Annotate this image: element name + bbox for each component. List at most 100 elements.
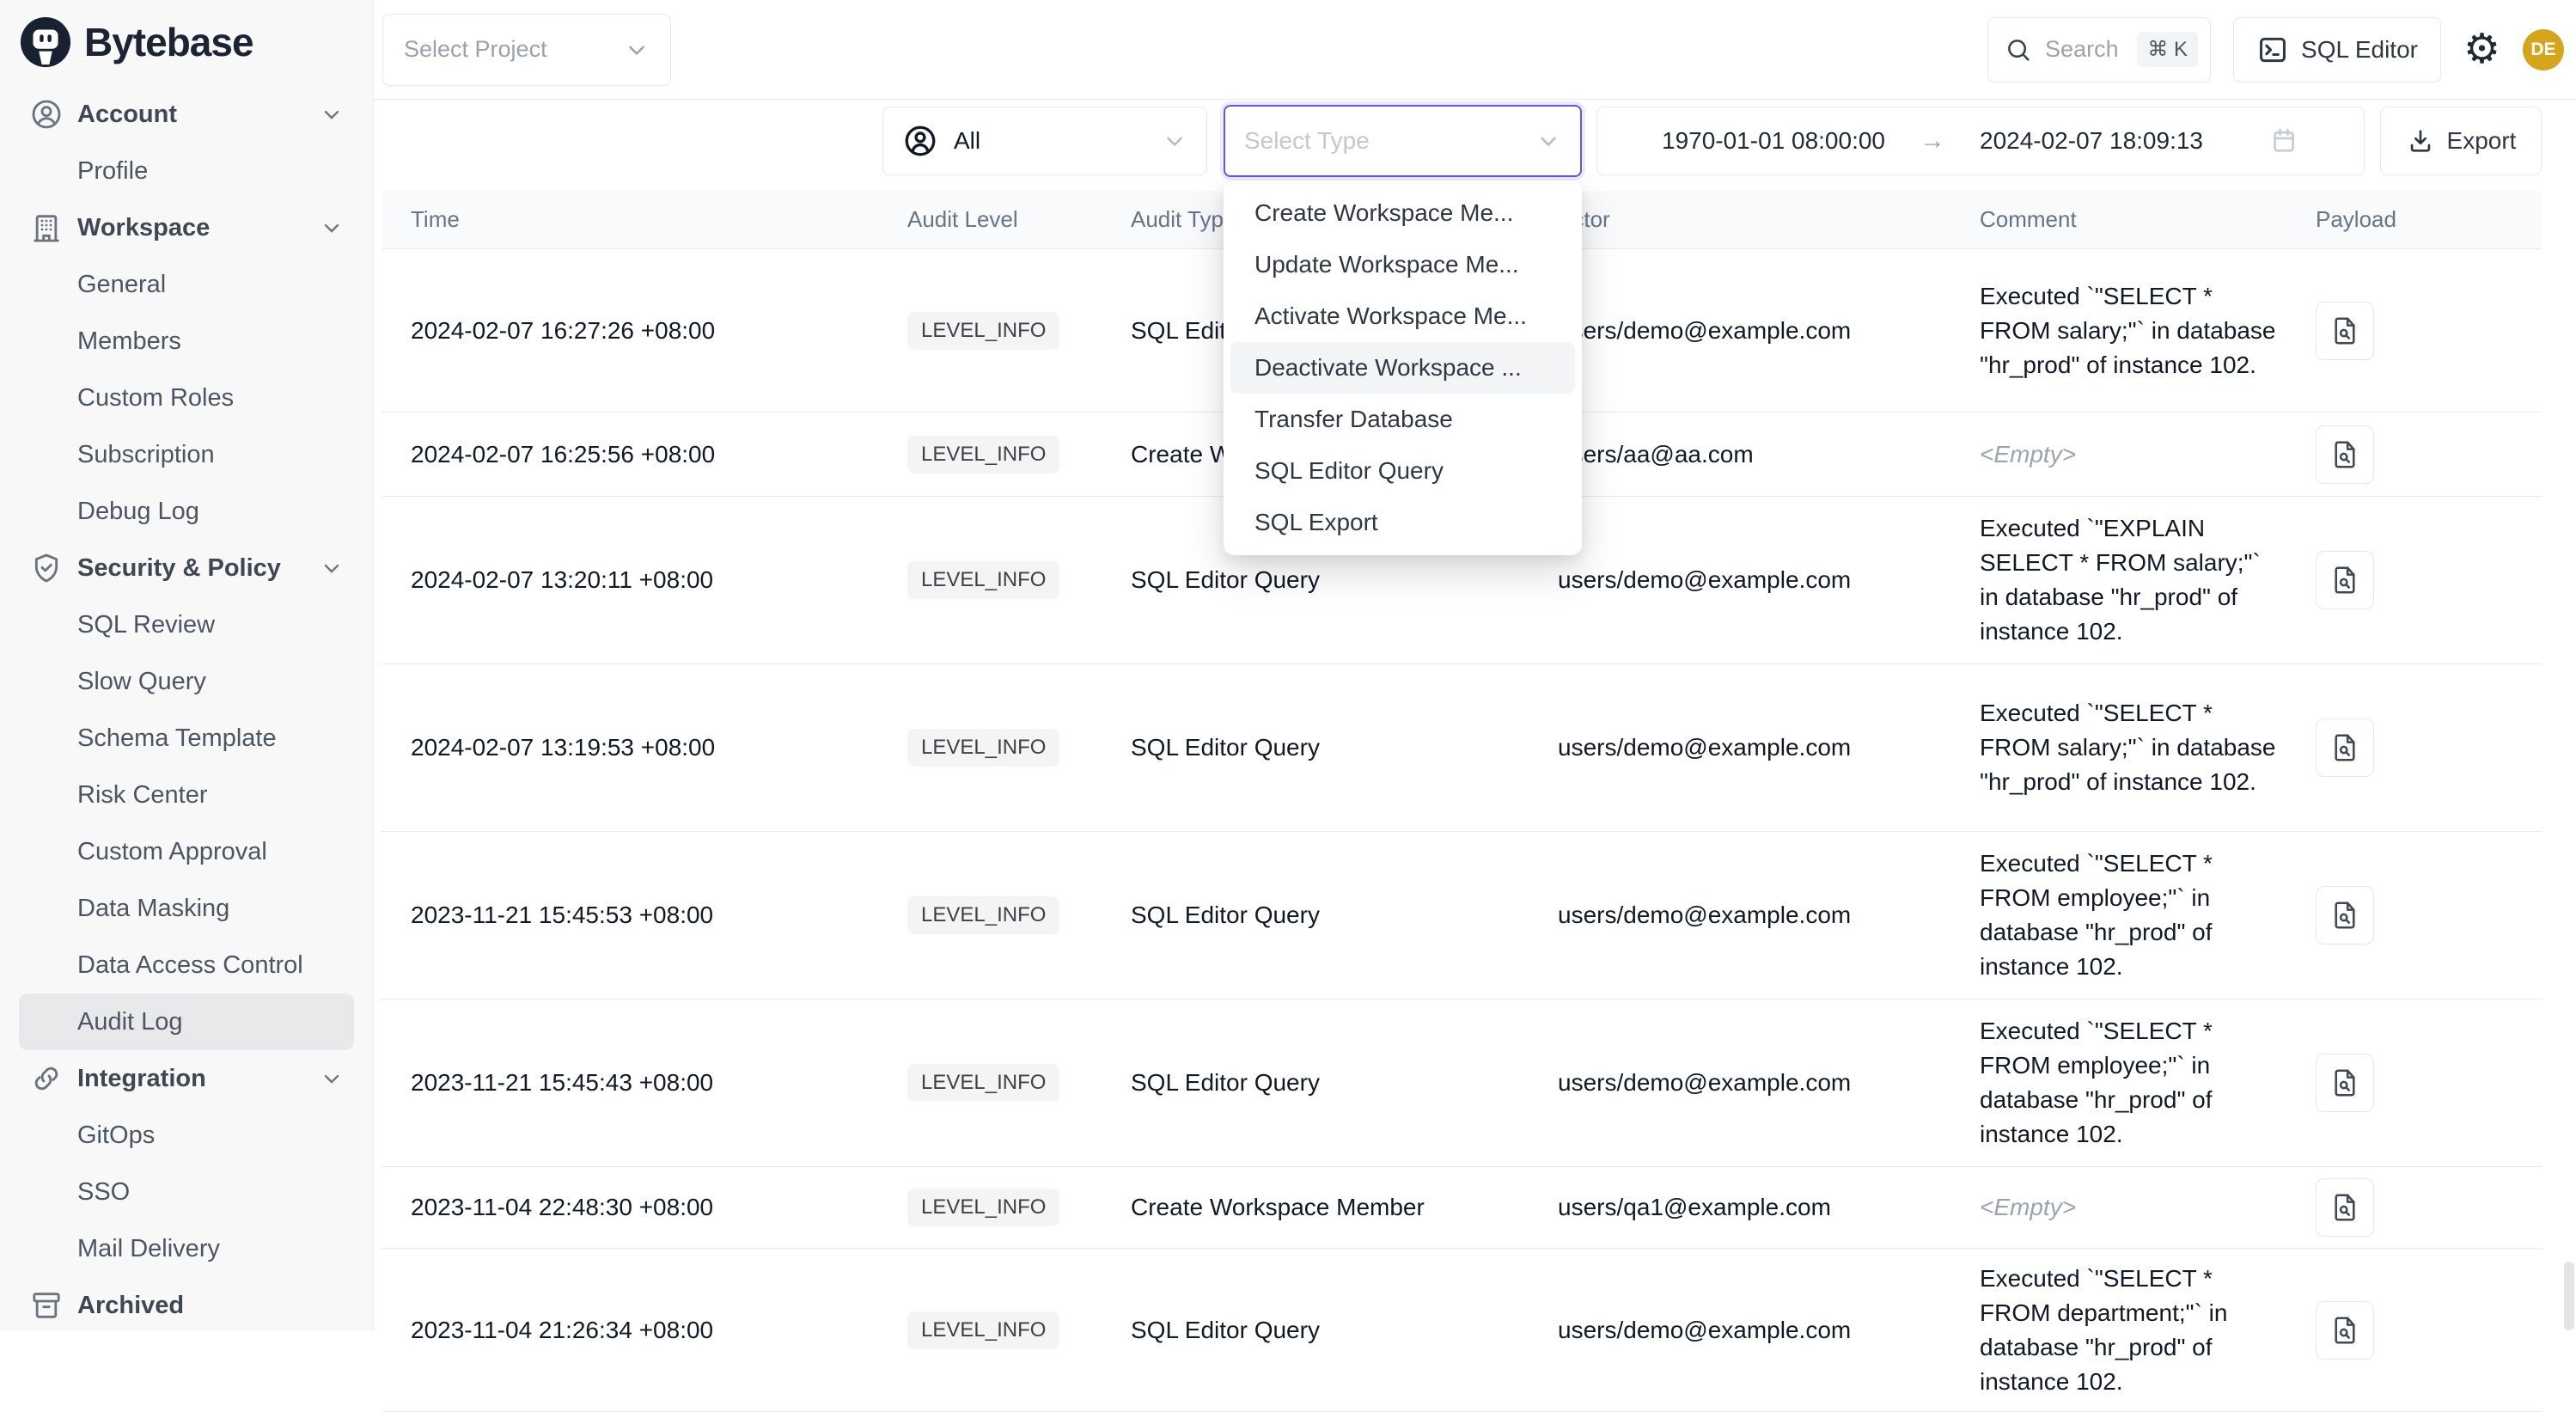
view-payload-button[interactable] [2316,425,2374,484]
file-search-icon [2329,731,2361,764]
sidebar-item-members[interactable]: Members [0,313,373,370]
archive-icon [29,1288,64,1323]
scrollbar-thumb[interactable] [2564,1262,2574,1330]
menu-item-label: Activate Workspace Me... [1254,303,1527,330]
date-start-value[interactable]: 1970-01-01 08:00:00 [1662,127,1885,155]
cell-payload [2286,886,2542,944]
cell-comment: <Empty> [1950,437,2281,472]
search-placeholder: Search [2045,36,2125,63]
menu-item-sql-editor-query[interactable]: SQL Editor Query [1230,445,1575,497]
cell-type: SQL Editor Query [1102,902,1529,929]
sidebar-item-archived[interactable]: Archived [0,1277,373,1334]
menu-item-update-workspace-member[interactable]: Update Workspace Me... [1230,239,1575,290]
cell-comment: Executed `"SELECT * FROM salary;"` in da… [1950,279,2281,382]
cell-actor: users/aa@aa.com [1529,441,1950,468]
sidebar-item-label: Data Access Control [77,951,303,980]
view-payload-button[interactable] [2316,718,2374,777]
sidebar-item-label: Integration [77,1065,206,1093]
cell-time: 2023-11-21 15:45:43 +08:00 [382,1069,878,1097]
chevron-down-icon [1162,128,1187,154]
sidebar-item-label: SQL Review [77,611,215,639]
table-row: 2023-11-04 21:26:34 +08:00 LEVEL_INFO SQ… [382,1249,2542,1412]
menu-item-deactivate-workspace-member[interactable]: Deactivate Workspace ... [1230,342,1575,394]
view-payload-button[interactable] [2316,886,2374,944]
level-badge: LEVEL_INFO [907,436,1059,474]
type-filter-dropdown: Create Workspace Me... Update Workspace … [1224,180,1582,555]
sidebar-item-schema-template[interactable]: Schema Template [0,710,373,767]
view-payload-button[interactable] [2316,302,2374,360]
sql-editor-button[interactable]: SQL Editor [2233,17,2441,83]
menu-item-label: Create Workspace Me... [1254,199,1513,227]
building-icon [29,211,64,245]
sidebar-item-label: GitOps [77,1122,155,1150]
sidebar-item-gitops[interactable]: GitOps [0,1107,373,1164]
cell-type: SQL Editor Query [1102,734,1529,761]
date-range-picker[interactable]: 1970-01-01 08:00:00 → 2024-02-07 18:09:1… [1596,107,2365,175]
cell-time: 2023-11-21 15:45:53 +08:00 [382,902,878,929]
brand-name: Bytebase [84,19,253,65]
sidebar-item-data-access-control[interactable]: Data Access Control [0,937,373,993]
search-input[interactable]: Search ⌘ K [1987,17,2211,83]
cell-actor: users/demo@example.com [1529,734,1950,761]
sidebar-item-label: Account [77,101,177,129]
sidebar-item-label: Archived [77,1292,184,1320]
sidebar-item-subscription[interactable]: Subscription [0,426,373,483]
level-badge: LEVEL_INFO [907,561,1059,599]
cell-level: LEVEL_INFO [878,312,1102,350]
terminal-icon [2256,34,2289,66]
file-search-icon [2329,438,2361,471]
view-payload-button[interactable] [2316,1054,2374,1112]
menu-item-create-workspace-member[interactable]: Create Workspace Me... [1230,187,1575,239]
gear-icon[interactable]: ⚙ [2463,29,2500,70]
avatar[interactable]: DE [2523,29,2564,70]
cell-level: LEVEL_INFO [878,436,1102,474]
sidebar-item-data-masking[interactable]: Data Masking [0,880,373,937]
cell-time: 2024-02-07 16:27:26 +08:00 [382,317,878,345]
cell-level: LEVEL_INFO [878,1189,1102,1226]
menu-item-activate-workspace-member[interactable]: Activate Workspace Me... [1230,290,1575,342]
sidebar-item-mail-delivery[interactable]: Mail Delivery [0,1220,373,1277]
view-payload-button[interactable] [2316,1178,2374,1237]
sidebar-item-security-policy[interactable]: Security & Policy [0,540,373,596]
sidebar-item-profile[interactable]: Profile [0,143,373,199]
sidebar-item-general[interactable]: General [0,256,373,313]
col-header-actor: Actor [1529,206,1950,233]
chevron-down-icon [624,37,650,63]
sidebar-item-custom-roles[interactable]: Custom Roles [0,370,373,426]
cell-comment: Executed `"SELECT * FROM employee;"` in … [1950,1014,2281,1152]
cell-time: 2023-11-04 22:48:30 +08:00 [382,1194,878,1221]
sidebar-item-custom-approval[interactable]: Custom Approval [0,823,373,880]
cell-type: SQL Editor Query [1102,1069,1529,1097]
file-search-icon [2329,564,2361,596]
sidebar-item-audit-log[interactable]: Audit Log [19,993,354,1050]
date-end-value[interactable]: 2024-02-07 18:09:13 [1980,127,2203,155]
sidebar-item-sql-review[interactable]: SQL Review [0,596,373,653]
sidebar-item-risk-center[interactable]: Risk Center [0,767,373,823]
type-filter-select[interactable]: Select Type [1224,105,1582,177]
sidebar-item-account[interactable]: Account [0,86,373,143]
sidebar-item-slow-query[interactable]: Slow Query [0,653,373,710]
bytebase-logo[interactable]: Bytebase [0,0,373,81]
sidebar-item-label: Security & Policy [77,554,281,583]
sidebar-item-integration[interactable]: Integration [0,1050,373,1107]
actor-filter-select[interactable]: All [882,107,1207,175]
menu-item-label: Transfer Database [1254,406,1453,433]
cell-time: 2024-02-07 13:19:53 +08:00 [382,734,878,761]
sidebar-item-label: Profile [77,157,148,186]
chevron-down-icon [320,216,344,240]
cell-level: LEVEL_INFO [878,1064,1102,1102]
project-select[interactable]: Select Project [382,14,671,86]
cell-payload [2286,1178,2542,1237]
menu-item-label: Update Workspace Me... [1254,251,1519,278]
view-payload-button[interactable] [2316,551,2374,609]
menu-item-transfer-database[interactable]: Transfer Database [1230,394,1575,445]
sidebar-nav: Account Profile Workspace General Member… [0,81,373,1334]
sidebar-item-debug-log[interactable]: Debug Log [0,483,373,540]
file-search-icon [2329,899,2361,932]
sidebar-item-workspace[interactable]: Workspace [0,199,373,256]
menu-item-sql-export[interactable]: SQL Export [1230,497,1575,548]
file-search-icon [2329,1067,2361,1099]
cell-comment: Executed `"SELECT * FROM employee;"` in … [1950,847,2281,984]
export-button[interactable]: Export [2380,107,2542,175]
sidebar-item-sso[interactable]: SSO [0,1164,373,1220]
